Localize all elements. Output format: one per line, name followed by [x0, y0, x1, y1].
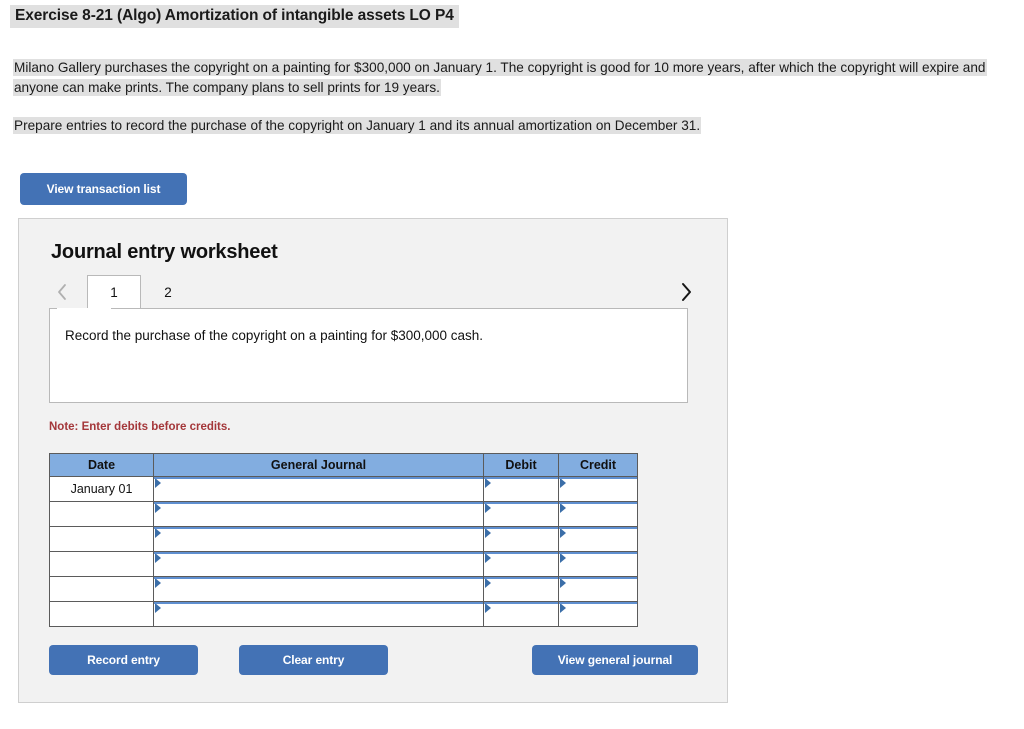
- journal-entry-worksheet-panel: Journal entry worksheet 1 2 Record the p…: [18, 218, 728, 703]
- page-title: Exercise 8-21 (Algo) Amortization of int…: [10, 5, 459, 28]
- date-cell[interactable]: January 01: [50, 477, 154, 502]
- table-row: January 01: [50, 477, 638, 502]
- table-row: [50, 602, 638, 627]
- journal-entry-table: Date General Journal Debit Credit Januar…: [49, 453, 638, 627]
- dropdown-triangle-icon: [155, 503, 161, 513]
- debit-cell[interactable]: [484, 502, 559, 527]
- table-row: [50, 552, 638, 577]
- credit-cell[interactable]: [559, 602, 638, 627]
- table-row: [50, 502, 638, 527]
- date-cell[interactable]: [50, 602, 154, 627]
- tab-underline-cover: [57, 308, 111, 309]
- table-header-row: Date General Journal Debit Credit: [50, 454, 638, 477]
- column-header-date: Date: [50, 454, 154, 477]
- dropdown-triangle-icon: [485, 603, 491, 613]
- dropdown-triangle-icon: [485, 503, 491, 513]
- worksheet-tab-strip: 1 2: [49, 275, 699, 309]
- column-header-general-journal: General Journal: [154, 454, 484, 477]
- problem-statement: Milano Gallery purchases the copyright o…: [13, 58, 1013, 136]
- dropdown-triangle-icon: [560, 478, 566, 488]
- instruction-text: Record the purchase of the copyright on …: [65, 328, 483, 343]
- worksheet-tab-1[interactable]: 1: [87, 275, 141, 309]
- dropdown-triangle-icon: [560, 553, 566, 563]
- date-cell[interactable]: [50, 527, 154, 552]
- debit-cell[interactable]: [484, 602, 559, 627]
- date-cell[interactable]: [50, 502, 154, 527]
- problem-paragraph-1: Milano Gallery purchases the copyright o…: [13, 58, 1013, 98]
- dropdown-triangle-icon: [560, 503, 566, 513]
- dropdown-triangle-icon: [485, 478, 491, 488]
- credit-cell[interactable]: [559, 552, 638, 577]
- view-general-journal-button[interactable]: View general journal: [532, 645, 698, 675]
- dropdown-triangle-icon: [155, 553, 161, 563]
- debit-cell[interactable]: [484, 477, 559, 502]
- view-transaction-list-button[interactable]: View transaction list: [20, 173, 187, 205]
- record-entry-button[interactable]: Record entry: [49, 645, 198, 675]
- journal-entry-table-body: January 01: [50, 477, 638, 627]
- table-row: [50, 527, 638, 552]
- dropdown-triangle-icon: [560, 528, 566, 538]
- dropdown-triangle-icon: [485, 578, 491, 588]
- dropdown-triangle-icon: [155, 578, 161, 588]
- chevron-left-icon[interactable]: [49, 275, 75, 309]
- dropdown-triangle-icon: [485, 528, 491, 538]
- date-cell[interactable]: [50, 552, 154, 577]
- credit-cell[interactable]: [559, 477, 638, 502]
- debits-before-credits-note: Note: Enter debits before credits.: [49, 421, 230, 433]
- general-journal-cell[interactable]: [154, 527, 484, 552]
- general-journal-cell[interactable]: [154, 477, 484, 502]
- general-journal-cell[interactable]: [154, 502, 484, 527]
- general-journal-cell[interactable]: [154, 577, 484, 602]
- credit-cell[interactable]: [559, 527, 638, 552]
- general-journal-cell[interactable]: [154, 602, 484, 627]
- dropdown-triangle-icon: [560, 603, 566, 613]
- table-row: [50, 577, 638, 602]
- instruction-box: Record the purchase of the copyright on …: [49, 308, 688, 403]
- problem-paragraph-2-text: Prepare entries to record the purchase o…: [13, 117, 701, 134]
- dropdown-triangle-icon: [155, 478, 161, 488]
- debit-cell[interactable]: [484, 552, 559, 577]
- dropdown-triangle-icon: [155, 603, 161, 613]
- dropdown-triangle-icon: [485, 553, 491, 563]
- worksheet-heading: Journal entry worksheet: [51, 241, 278, 264]
- dropdown-triangle-icon: [155, 528, 161, 538]
- clear-entry-button[interactable]: Clear entry: [239, 645, 388, 675]
- worksheet-tab-2[interactable]: 2: [141, 275, 195, 309]
- debit-cell[interactable]: [484, 577, 559, 602]
- debit-cell[interactable]: [484, 527, 559, 552]
- column-header-credit: Credit: [559, 454, 638, 477]
- date-cell[interactable]: [50, 577, 154, 602]
- worksheet-tab-2-label: 2: [164, 285, 172, 300]
- problem-paragraph-1-text: Milano Gallery purchases the copyright o…: [13, 59, 987, 96]
- problem-paragraph-2: Prepare entries to record the purchase o…: [13, 116, 1013, 136]
- column-header-debit: Debit: [484, 454, 559, 477]
- dropdown-triangle-icon: [560, 578, 566, 588]
- chevron-right-icon[interactable]: [673, 275, 699, 309]
- general-journal-cell[interactable]: [154, 552, 484, 577]
- credit-cell[interactable]: [559, 502, 638, 527]
- credit-cell[interactable]: [559, 577, 638, 602]
- worksheet-tab-1-label: 1: [110, 285, 118, 300]
